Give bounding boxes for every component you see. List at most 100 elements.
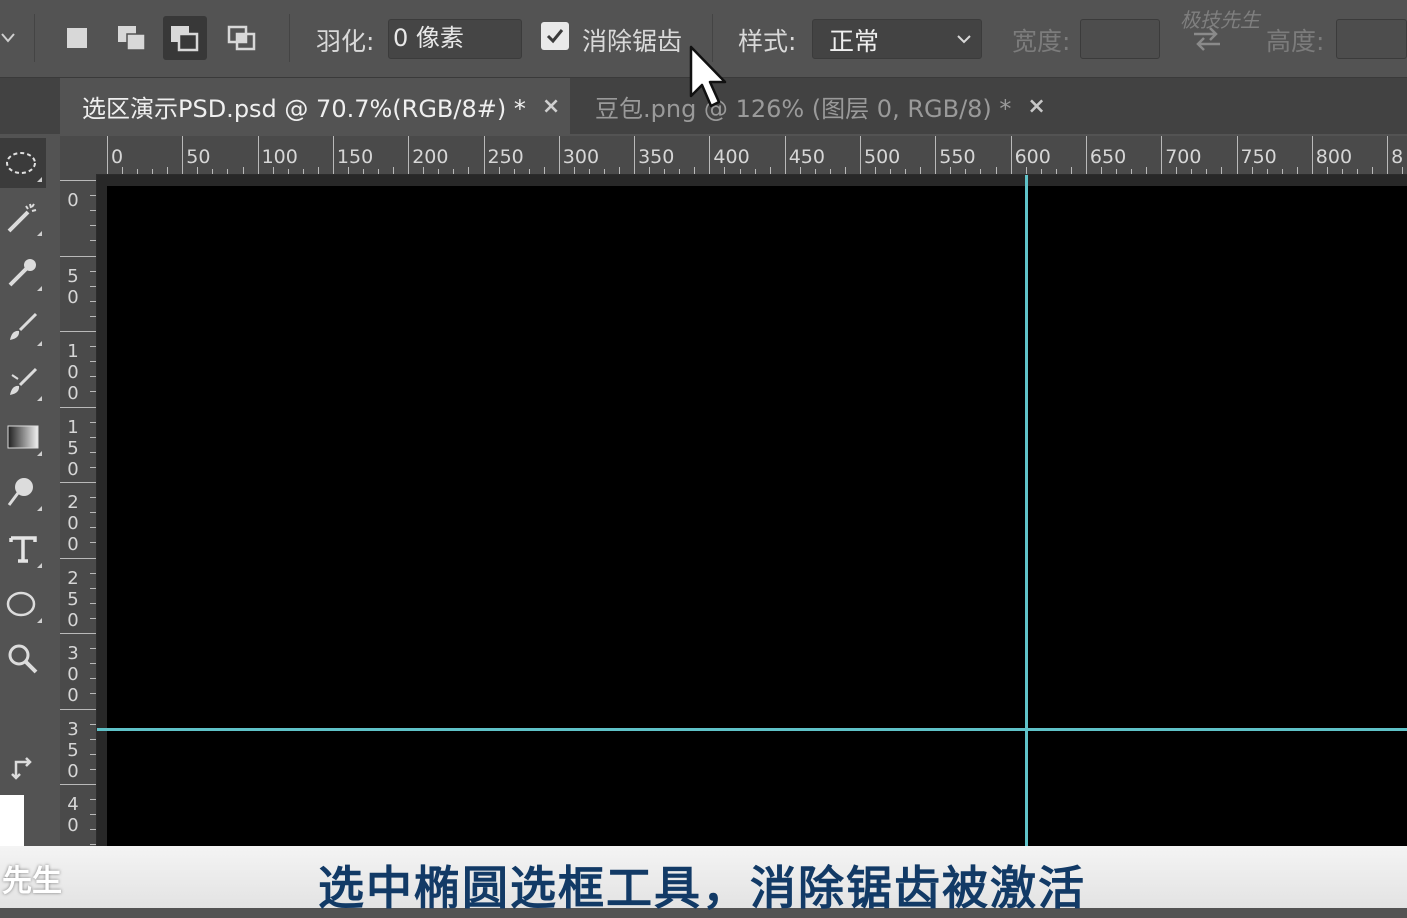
ruler-minor-tick bbox=[739, 169, 741, 174]
ruler-minor-tick bbox=[950, 167, 952, 174]
ruler-minor-tick bbox=[619, 167, 621, 174]
add-to-selection-button[interactable] bbox=[110, 16, 154, 60]
ruler-minor-tick bbox=[875, 167, 877, 174]
ruler-minor-tick bbox=[90, 270, 96, 272]
ruler-minor-tick bbox=[1131, 169, 1133, 174]
ruler-minor-tick bbox=[90, 617, 96, 619]
magic-wand-tool[interactable] bbox=[0, 192, 46, 242]
new-selection-button[interactable] bbox=[55, 16, 99, 60]
new-selection-icon bbox=[67, 28, 87, 48]
ruler-minor-tick bbox=[995, 167, 997, 174]
ruler-minor-tick bbox=[197, 167, 199, 174]
history-brush-tool[interactable] bbox=[0, 357, 46, 407]
ruler-minor-tick bbox=[1296, 167, 1298, 174]
ruler-minor-tick bbox=[1341, 169, 1343, 174]
height-input[interactable] bbox=[1336, 19, 1407, 59]
ruler-minor-tick bbox=[649, 167, 651, 174]
chevron-down-icon bbox=[955, 28, 973, 54]
type-tool[interactable] bbox=[0, 524, 46, 574]
ruler-minor-tick bbox=[920, 167, 922, 174]
ruler-minor-tick bbox=[90, 195, 96, 197]
ruler-major-tick bbox=[60, 255, 96, 257]
ruler-minor-tick bbox=[1146, 167, 1148, 174]
ruler-minor-tick bbox=[378, 169, 380, 174]
ruler-label: 350 bbox=[67, 718, 79, 782]
ruler-minor-tick bbox=[90, 497, 96, 499]
horizontal-guide[interactable] bbox=[97, 728, 1407, 731]
ruler-label: 750 bbox=[1240, 146, 1277, 168]
eyedropper-icon bbox=[8, 259, 36, 287]
eyedropper-tool[interactable] bbox=[0, 247, 46, 297]
ruler-minor-tick bbox=[90, 346, 96, 348]
ruler-origin[interactable] bbox=[60, 136, 97, 175]
ruler-minor-tick bbox=[573, 167, 575, 174]
ruler-minor-tick bbox=[90, 602, 96, 604]
mouse-cursor-icon bbox=[688, 44, 730, 114]
close-icon[interactable]: × bbox=[1027, 94, 1045, 119]
feather-input[interactable]: 0 像素 bbox=[388, 19, 522, 59]
ruler-minor-tick bbox=[1266, 169, 1268, 174]
ruler-label: 200 bbox=[412, 146, 449, 168]
ruler-major-tick bbox=[483, 136, 485, 174]
ruler-minor-tick bbox=[90, 753, 96, 755]
foreground-color-swatch[interactable] bbox=[0, 795, 24, 847]
close-icon[interactable]: × bbox=[542, 94, 560, 119]
ruler-minor-tick bbox=[90, 361, 96, 363]
ellipse-marquee-tool[interactable] bbox=[0, 138, 46, 188]
intersect-selection-button[interactable] bbox=[220, 16, 264, 60]
zoom-tool[interactable] bbox=[0, 634, 46, 684]
ruler-label: 650 bbox=[1089, 146, 1127, 168]
history-brush-icon bbox=[10, 367, 38, 395]
ruler-major-tick bbox=[60, 180, 96, 181]
ruler-minor-tick bbox=[90, 587, 96, 589]
gradient-tool[interactable] bbox=[0, 412, 46, 462]
style-select[interactable]: 正常 bbox=[812, 19, 982, 59]
ruler-major-tick bbox=[709, 136, 711, 174]
width-input[interactable] bbox=[1080, 19, 1160, 59]
tool-flyout-indicator bbox=[37, 618, 42, 623]
subtitle-bar: 先生 选中椭圆选框工具，消除锯齿被激活 bbox=[0, 846, 1407, 915]
ruler-major-tick bbox=[1387, 136, 1389, 174]
ruler-minor-tick bbox=[423, 167, 425, 174]
ruler-label: 40 bbox=[67, 794, 79, 836]
ruler-minor-tick bbox=[1191, 169, 1193, 174]
tool-flyout-indicator bbox=[37, 341, 42, 346]
ruler-minor-tick bbox=[498, 167, 500, 174]
ruler-minor-tick bbox=[890, 169, 892, 174]
ruler-major-tick bbox=[60, 784, 96, 785]
ruler-minor-tick bbox=[90, 648, 96, 650]
document-canvas[interactable] bbox=[107, 186, 1407, 846]
swap-colors-button[interactable] bbox=[0, 742, 46, 792]
ruler-minor-tick bbox=[90, 738, 96, 740]
tool-flyout-indicator bbox=[37, 231, 42, 236]
vertical-ruler[interactable]: 0 50 100 150 200 250 300 350 40 bbox=[60, 174, 97, 846]
ruler-minor-tick bbox=[90, 542, 96, 544]
ruler-minor-tick bbox=[90, 799, 96, 801]
ruler-major-tick bbox=[1085, 136, 1087, 174]
ruler-label: 100 bbox=[261, 146, 298, 168]
dodge-tool[interactable] bbox=[0, 467, 46, 517]
ruler-label: 800 bbox=[1315, 146, 1353, 168]
tab-doubao-png[interactable]: 豆包.png @ 126% (图层 0, RGB/8) * × bbox=[575, 78, 1065, 134]
style-select-value: 正常 bbox=[829, 27, 880, 56]
tab-selection-demo-psd[interactable]: 选区演示PSD.psd @ 70.7%(RGB/8#) * × bbox=[60, 78, 570, 134]
ruler-minor-tick bbox=[90, 376, 96, 378]
brush-tool[interactable] bbox=[0, 302, 46, 352]
vertical-guide[interactable] bbox=[1025, 175, 1028, 846]
ruler-minor-tick bbox=[90, 527, 96, 529]
ruler-label: 600 bbox=[1014, 146, 1051, 168]
tool-preset-chevron-icon[interactable] bbox=[0, 26, 16, 54]
horizontal-ruler[interactable]: 0 50 100 150 200 250 300 350 400 450 500 550 600 650 7… bbox=[96, 136, 1407, 175]
ruler-major-tick bbox=[182, 136, 184, 174]
antialias-checkbox[interactable] bbox=[541, 22, 569, 50]
checkmark-icon bbox=[546, 29, 564, 44]
ellipse-shape-tool[interactable] bbox=[0, 579, 46, 629]
ruler-label: 150 bbox=[336, 146, 374, 168]
subtract-from-selection-button[interactable] bbox=[163, 16, 207, 60]
ruler-label: 300 bbox=[562, 146, 600, 168]
separator bbox=[34, 14, 35, 62]
ruler-minor-tick bbox=[1356, 169, 1358, 174]
tab-label: 豆包.png @ 126% (图层 0, RGB/8) * bbox=[595, 94, 1012, 123]
width-label: 宽度: bbox=[1012, 27, 1071, 56]
ruler-minor-tick bbox=[905, 169, 907, 174]
